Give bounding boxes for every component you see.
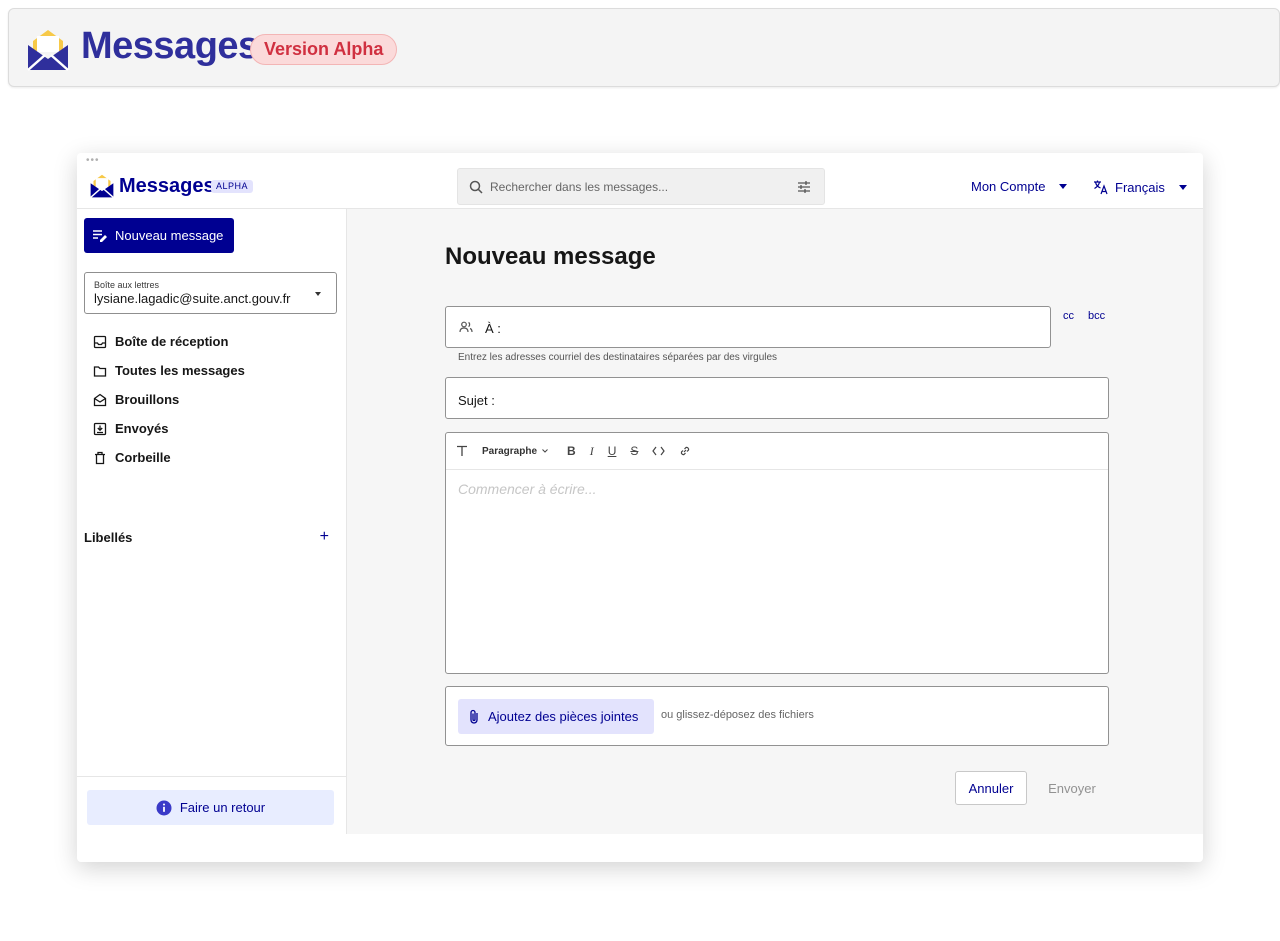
link-icon bbox=[681, 446, 690, 456]
link-button[interactable] bbox=[679, 445, 691, 457]
app-window: ••• Messages ALPHA Mon C bbox=[77, 153, 1203, 862]
search-input[interactable] bbox=[490, 175, 790, 199]
drafts-icon bbox=[93, 393, 107, 406]
to-input[interactable] bbox=[512, 315, 1032, 339]
attachments-dropzone[interactable]: Ajoutez des pièces jointes ou glissez-dé… bbox=[445, 686, 1109, 746]
sidebar-footer: Faire un retour bbox=[77, 776, 347, 834]
to-label: À : bbox=[485, 321, 501, 336]
paragraph-select[interactable]: Paragraphe bbox=[482, 446, 549, 457]
editor-placeholder: Commencer à écrire... bbox=[458, 481, 597, 497]
chevron-down-icon bbox=[1178, 184, 1187, 190]
folder-inbox[interactable]: Boîte de réception bbox=[93, 327, 333, 356]
subject-label: Sujet : bbox=[458, 393, 495, 408]
inbox-icon bbox=[93, 335, 107, 348]
page-title: Nouveau message bbox=[445, 243, 656, 270]
add-attachments-button[interactable]: Ajoutez des pièces jointes bbox=[458, 699, 654, 734]
window-dots-icon: ••• bbox=[86, 155, 100, 166]
bcc-button[interactable]: bcc bbox=[1088, 310, 1105, 322]
cc-button[interactable]: cc bbox=[1063, 310, 1074, 322]
app-header: ••• Messages ALPHA Mon C bbox=[77, 153, 1203, 209]
language-label: Français bbox=[1115, 179, 1165, 195]
bold-button[interactable]: B bbox=[567, 444, 576, 458]
filter-icon[interactable] bbox=[796, 179, 812, 195]
folder-label: Envoyés bbox=[115, 421, 169, 436]
folder-label: Corbeille bbox=[115, 450, 171, 465]
italic-button[interactable]: I bbox=[590, 444, 594, 459]
to-field[interactable]: À : bbox=[445, 306, 1051, 348]
text-type-icon[interactable] bbox=[456, 445, 468, 457]
code-button[interactable] bbox=[652, 445, 666, 457]
add-label-button[interactable]: + bbox=[320, 528, 329, 546]
paperclip-icon bbox=[470, 709, 478, 724]
to-hint: Entrez les adresses courriel des destina… bbox=[458, 352, 778, 363]
labels-title: Libellés bbox=[84, 529, 133, 545]
search-icon bbox=[469, 180, 483, 194]
paragraph-label: Paragraphe bbox=[482, 445, 538, 457]
sent-icon bbox=[93, 422, 107, 435]
folder-list: Boîte de réception Toutes les messages B… bbox=[93, 327, 333, 472]
top-banner: Messages Version Alpha bbox=[8, 8, 1280, 87]
alpha-badge: ALPHA bbox=[211, 180, 254, 193]
new-message-button[interactable]: Nouveau message bbox=[84, 218, 234, 253]
account-menu[interactable]: Mon Compte bbox=[971, 179, 1068, 194]
compose-icon bbox=[93, 230, 107, 242]
editor-toolbar: Paragraphe B I U S bbox=[446, 433, 1108, 470]
subject-input[interactable] bbox=[504, 386, 1094, 410]
mailbox-select[interactable]: Boîte aux lettres lysiane.lagadic@suite.… bbox=[84, 272, 337, 314]
attachments-hint: ou glissez-déposez des fichiers bbox=[661, 709, 814, 721]
translate-icon bbox=[1094, 180, 1108, 195]
labels-header: Libellés + bbox=[84, 527, 329, 547]
folder-icon bbox=[93, 365, 107, 377]
chevron-down-icon bbox=[315, 292, 321, 296]
account-label: Mon Compte bbox=[971, 179, 1046, 194]
language-menu[interactable]: Français bbox=[1093, 179, 1187, 195]
version-badge: Version Alpha bbox=[250, 34, 398, 65]
folder-label: Toutes les messages bbox=[115, 363, 245, 378]
subject-field[interactable]: Sujet : bbox=[445, 377, 1109, 419]
folder-trash[interactable]: Corbeille bbox=[93, 443, 333, 472]
strikethrough-button[interactable]: S bbox=[630, 444, 638, 458]
chevron-down-icon bbox=[1059, 184, 1068, 189]
underline-button[interactable]: U bbox=[608, 444, 617, 458]
feedback-button[interactable]: Faire un retour bbox=[87, 790, 334, 825]
new-message-label: Nouveau message bbox=[115, 228, 224, 243]
mailbox-label: Boîte aux lettres bbox=[94, 280, 160, 290]
app-logo-icon[interactable] bbox=[90, 173, 114, 198]
app-title[interactable]: Messages bbox=[119, 175, 215, 198]
add-attachments-label: Ajoutez des pièces jointes bbox=[488, 709, 639, 724]
chevron-down-icon bbox=[542, 449, 548, 453]
code-icon bbox=[652, 446, 666, 456]
cancel-button[interactable]: Annuler bbox=[955, 771, 1027, 805]
trash-icon bbox=[95, 451, 105, 464]
message-editor[interactable]: Paragraphe B I U S Commencer à écrire... bbox=[445, 432, 1109, 674]
info-icon bbox=[156, 800, 172, 815]
mailbox-value: lysiane.lagadic@suite.anct.gouv.fr bbox=[94, 291, 291, 306]
contacts-icon bbox=[459, 321, 473, 333]
search-bar[interactable] bbox=[457, 168, 825, 205]
folder-label: Brouillons bbox=[115, 392, 180, 407]
folder-sent[interactable]: Envoyés bbox=[93, 414, 333, 443]
sidebar: Nouveau message Boîte aux lettres lysian… bbox=[77, 209, 347, 834]
folder-label: Boîte de réception bbox=[115, 334, 229, 349]
folder-all[interactable]: Toutes les messages bbox=[93, 356, 333, 385]
folder-drafts[interactable]: Brouillons bbox=[93, 385, 333, 414]
compose-panel: Nouveau message À : cc bcc Entrez les ad… bbox=[347, 209, 1203, 834]
messages-logo-icon bbox=[27, 30, 69, 71]
send-button[interactable]: Envoyer bbox=[1039, 771, 1105, 805]
feedback-label: Faire un retour bbox=[179, 800, 266, 815]
banner-title: Messages bbox=[81, 25, 259, 67]
